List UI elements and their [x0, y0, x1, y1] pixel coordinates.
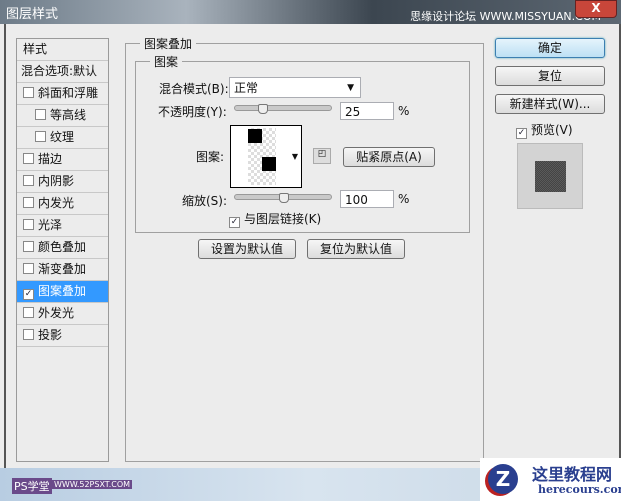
checkbox-icon[interactable]	[23, 241, 34, 252]
style-item-label: 投影	[38, 328, 63, 342]
ok-button[interactable]: 确定	[495, 38, 605, 58]
blend-options-item[interactable]: 混合选项:默认	[17, 61, 108, 83]
style-item[interactable]: 内发光	[17, 193, 108, 215]
new-style-button[interactable]: 新建样式(W)...	[495, 94, 605, 114]
checkbox-icon[interactable]	[23, 197, 34, 208]
link-with-layer-checkbox[interactable]: ✓ 与图层链接(K)	[229, 210, 321, 228]
new-preset-icon[interactable]: ◰	[313, 148, 331, 164]
watermark-right-url: herecours.com	[538, 483, 621, 496]
checkbox-icon[interactable]	[35, 109, 46, 120]
checkbox-icon[interactable]	[35, 131, 46, 142]
style-item-label: 斜面和浮雕	[38, 86, 99, 100]
reset-button[interactable]: 复位	[495, 66, 605, 86]
checkbox-icon[interactable]	[23, 263, 34, 274]
set-default-button[interactable]: 设置为默认值	[198, 239, 296, 259]
opacity-slider-thumb[interactable]	[258, 104, 268, 114]
pattern-picker-arrow-icon[interactable]: ▼	[289, 125, 302, 188]
checkbox-icon[interactable]	[23, 219, 34, 230]
watermark-strip: PS学堂 WWW.52PSXT.COM Z 这里教程网 herecours.co…	[0, 458, 621, 501]
style-item[interactable]: 颜色叠加	[17, 237, 108, 259]
style-item[interactable]: ✓ 图案叠加	[17, 281, 108, 303]
opacity-label: 不透明度(Y):	[158, 105, 227, 119]
blend-mode-label: 混合模式(B):	[159, 82, 229, 96]
style-item[interactable]: 光泽	[17, 215, 108, 237]
checkbox-icon[interactable]	[23, 329, 34, 340]
style-item-label: 内发光	[38, 196, 75, 210]
style-item-label: 描边	[38, 152, 63, 166]
style-item[interactable]: 描边	[17, 149, 108, 171]
opacity-slider[interactable]	[234, 104, 332, 114]
blend-mode-value: 正常	[234, 81, 259, 95]
style-item[interactable]: 等高线	[17, 105, 108, 127]
style-item-label: 纹理	[50, 130, 75, 144]
scale-input[interactable]: 100	[340, 190, 394, 208]
scale-unit: %	[398, 192, 410, 206]
watermark-top: 思缘设计论坛 WWW.MISSYUAN.COM	[410, 10, 601, 23]
style-item-label: 等高线	[50, 108, 87, 122]
style-item[interactable]: 纹理	[17, 127, 108, 149]
checkbox-checked-icon: ✓	[516, 128, 527, 139]
herecours-logo-icon: Z	[488, 464, 518, 494]
style-item-label: 渐变叠加	[38, 262, 87, 276]
style-item-label: 外发光	[38, 306, 75, 320]
watermark-right-title: 这里教程网	[532, 465, 613, 484]
scale-label: 缩放(S):	[182, 194, 228, 208]
style-item-label: 图案叠加	[38, 284, 87, 298]
scale-slider[interactable]	[234, 193, 332, 203]
checkbox-checked-icon: ✓	[229, 217, 240, 228]
styles-header[interactable]: 样式	[17, 39, 108, 61]
style-item[interactable]: 投影	[17, 325, 108, 347]
style-item[interactable]: 内阴影	[17, 171, 108, 193]
checkbox-icon[interactable]	[23, 153, 34, 164]
pattern-swatch[interactable]	[230, 125, 290, 188]
watermark-right: Z 这里教程网 herecours.com	[480, 458, 621, 501]
chevron-down-icon: ▼	[347, 83, 354, 93]
watermark-left: PS学堂	[12, 478, 52, 494]
checkbox-icon[interactable]	[23, 175, 34, 186]
styles-list: 样式 混合选项:默认 斜面和浮雕等高线纹理描边内阴影内发光光泽颜色叠加渐变叠加 ✓…	[16, 38, 109, 462]
style-item[interactable]: 斜面和浮雕	[17, 83, 108, 105]
checkbox-icon[interactable]	[23, 87, 34, 98]
opacity-unit: %	[398, 104, 410, 118]
checkbox-icon[interactable]	[23, 307, 34, 318]
opacity-input[interactable]: 25	[340, 102, 394, 120]
group-title: 图案叠加	[140, 35, 197, 52]
window-title: 图层样式	[6, 7, 59, 22]
style-item-label: 颜色叠加	[38, 240, 87, 254]
preview-label: 预览(V)	[531, 123, 573, 137]
style-item[interactable]: 外发光	[17, 303, 108, 325]
watermark-left-url: WWW.52PSXT.COM	[52, 480, 133, 489]
blend-mode-select[interactable]: 正常 ▼	[229, 77, 361, 98]
scale-slider-thumb[interactable]	[279, 193, 289, 203]
preview-checkbox[interactable]: ✓ 预览(V)	[516, 121, 573, 139]
pattern-label: 图案:	[196, 150, 225, 164]
style-item-label: 光泽	[38, 218, 63, 232]
style-item-label: 内阴影	[38, 174, 75, 188]
checkbox-checked-icon[interactable]: ✓	[23, 289, 34, 300]
style-preview	[517, 143, 583, 209]
close-button[interactable]: X	[575, 0, 617, 18]
snap-to-origin-button[interactable]: 贴紧原点(A)	[343, 147, 435, 167]
subgroup-title: 图案	[150, 53, 183, 70]
reset-default-button[interactable]: 复位为默认值	[307, 239, 405, 259]
style-item[interactable]: 渐变叠加	[17, 259, 108, 281]
link-label: 与图层链接(K)	[244, 212, 322, 226]
